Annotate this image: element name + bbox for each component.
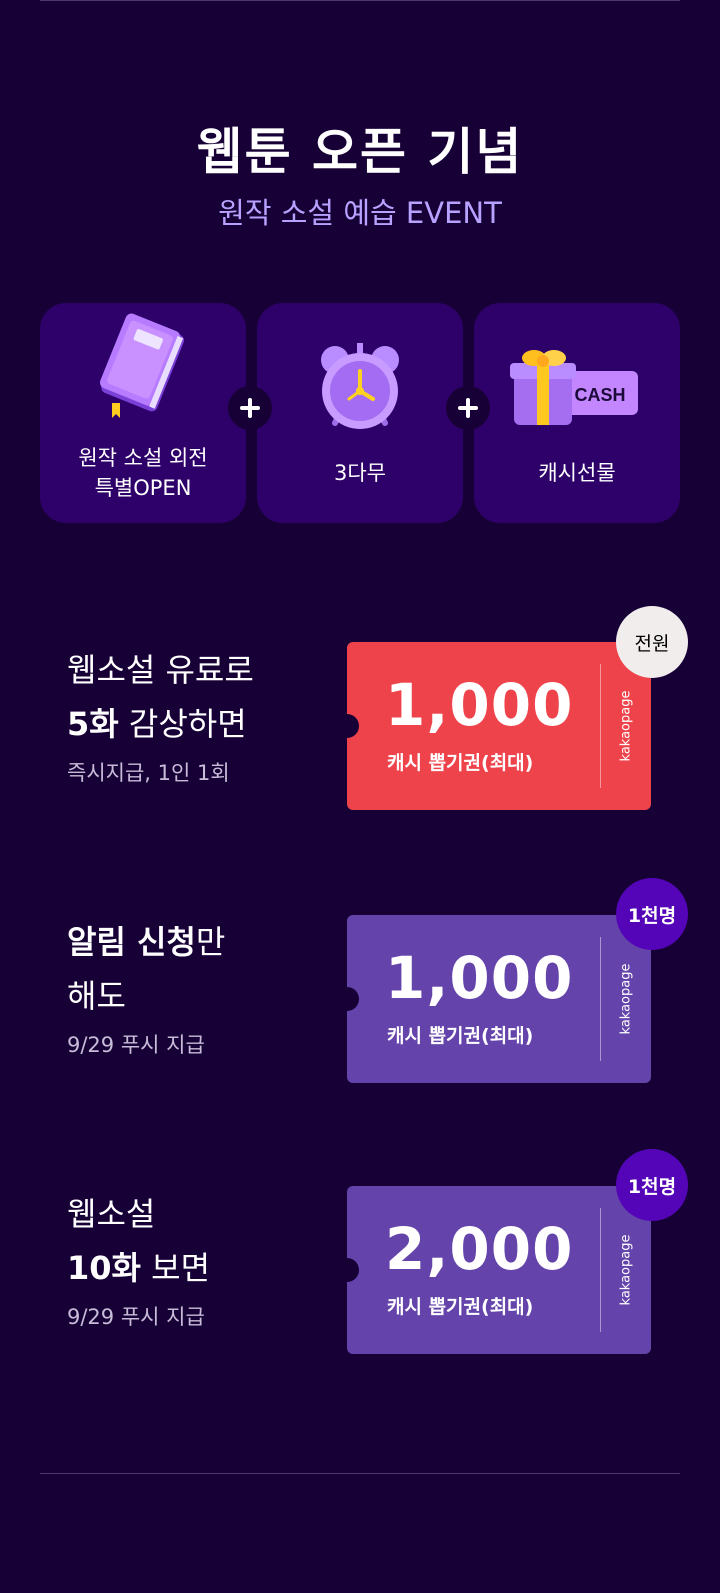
coupon-caption: 캐시 뽑기권(최대) (387, 1296, 534, 1318)
coupon-amount: 1,000 (385, 944, 574, 1012)
book-icon (99, 313, 184, 418)
feature-label: 3다무 (333, 461, 386, 485)
bottom-divider (40, 1473, 680, 1474)
coupon-ticket-2[interactable]: 1,000 캐시 뽑기권(최대) kakaopage (335, 915, 651, 1083)
event-3-text: 웹소설 10화 보면 9/29 푸시 지급 (67, 1187, 210, 1331)
alarm-clock-icon (321, 343, 399, 429)
coupon-amount: 2,000 (385, 1215, 574, 1283)
brand-label: kakaopage (618, 690, 633, 762)
event-2-line1: 알림 신청만 (67, 923, 226, 961)
top-divider (40, 0, 680, 1)
event-2-note: 9/29 푸시 지급 (67, 1033, 205, 1057)
badge-everyone: 전원 (616, 606, 688, 678)
plus-icon (228, 386, 272, 430)
ticket-notch (335, 987, 359, 1011)
ticket-notch (335, 714, 359, 738)
gift-cash-icon: CASH (510, 350, 638, 425)
coupon-ticket-1[interactable]: 1,000 캐시 뽑기권(최대) kakaopage (335, 642, 651, 810)
coupon-ticket-3[interactable]: 2,000 캐시 뽑기권(최대) kakaopage (335, 1186, 651, 1354)
event-1-line2: 5화 감상하면 (67, 705, 247, 743)
event-1-note: 즉시지급, 1인 1회 (67, 761, 230, 785)
svg-text:CASH: CASH (574, 385, 625, 405)
event-1-text: 웹소설 유료로 5화 감상하면 즉시지급, 1인 1회 (67, 643, 254, 787)
coupon-caption: 캐시 뽑기권(최대) (387, 752, 534, 774)
brand-label: kakaopage (618, 963, 633, 1035)
event-3-line2: 10화 보면 (67, 1249, 211, 1287)
feature-card-book: 원작 소설 외전 특별OPEN (40, 303, 246, 523)
feature-label: 캐시선물 (538, 461, 616, 485)
event-1-line1: 웹소설 유료로 (67, 651, 254, 689)
brand-label: kakaopage (618, 1234, 633, 1306)
event-2-line2: 해도 (67, 977, 126, 1015)
page-title: 웹툰 오픈 기념 (196, 122, 524, 181)
badge-limit: 1천명 (616, 1149, 688, 1221)
feature-card-gift: CASH 캐시선물 (474, 303, 680, 523)
coupon-amount: 1,000 (385, 671, 574, 739)
coupon-caption: 캐시 뽑기권(최대) (387, 1025, 534, 1047)
event-2-text: 알림 신청만 해도 9/29 푸시 지급 (67, 915, 225, 1059)
feature-label: 원작 소설 외전 특별OPEN (78, 446, 208, 500)
ticket-notch (335, 1258, 359, 1282)
event-3-note: 9/29 푸시 지급 (67, 1305, 205, 1329)
page-subtitle: 원작 소설 예습 EVENT (218, 196, 502, 230)
event-3-line1: 웹소설 (67, 1195, 156, 1233)
badge-limit: 1천명 (616, 878, 688, 950)
feature-card-clock: 3다무 (257, 303, 463, 523)
plus-icon (446, 386, 490, 430)
